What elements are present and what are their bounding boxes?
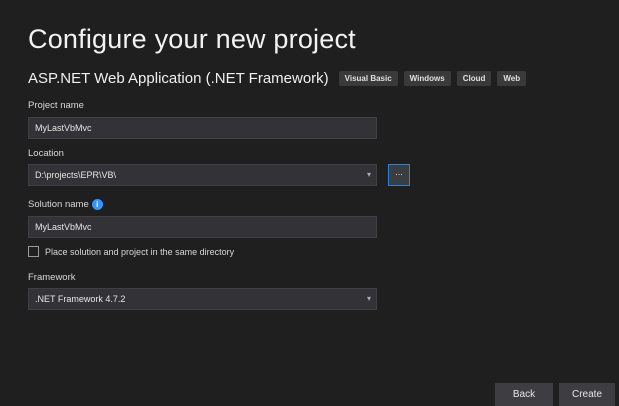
info-icon[interactable]: i <box>91 199 103 210</box>
framework-value: .NET Framework 4.7.2 <box>35 294 126 304</box>
create-button[interactable]: Create <box>559 383 615 406</box>
template-header: ASP.NET Web Application (.NET Framework)… <box>28 68 527 88</box>
same-directory-label[interactable]: Place solution and project in the same d… <box>45 247 234 257</box>
solution-name-value: MyLastVbMvc <box>35 222 92 232</box>
page-title: Configure your new project <box>28 24 356 54</box>
tag-web: Web <box>497 70 527 86</box>
tag-cloud: Cloud <box>456 70 492 86</box>
project-name-label: Project name <box>28 100 84 111</box>
solution-name-label: Solution name <box>28 199 89 211</box>
same-directory-checkbox[interactable] <box>28 246 39 257</box>
tag-windows: Windows <box>403 70 451 86</box>
back-button[interactable]: Back <box>495 383 553 406</box>
chevron-down-icon[interactable]: ▾ <box>367 170 371 179</box>
tag-visual-basic: Visual Basic <box>338 70 398 86</box>
browse-location-button[interactable]: ... <box>388 164 410 186</box>
project-name-input[interactable]: MyLastVbMvc <box>28 117 377 139</box>
solution-name-input[interactable]: MyLastVbMvc <box>28 216 377 238</box>
chevron-down-icon[interactable]: ▾ <box>367 294 371 303</box>
location-combobox[interactable]: D:\projects\EPR\VB\ ▾ <box>28 164 377 186</box>
template-name: ASP.NET Web Application (.NET Framework) <box>28 69 329 87</box>
location-value: D:\projects\EPR\VB\ <box>35 170 117 180</box>
solution-name-label-row: Solution name i <box>28 199 103 210</box>
framework-label: Framework <box>28 272 76 283</box>
location-label: Location <box>28 148 64 159</box>
framework-dropdown[interactable]: .NET Framework 4.7.2 ▾ <box>28 288 377 310</box>
same-directory-option[interactable]: Place solution and project in the same d… <box>28 246 234 257</box>
project-name-value: MyLastVbMvc <box>35 123 92 133</box>
